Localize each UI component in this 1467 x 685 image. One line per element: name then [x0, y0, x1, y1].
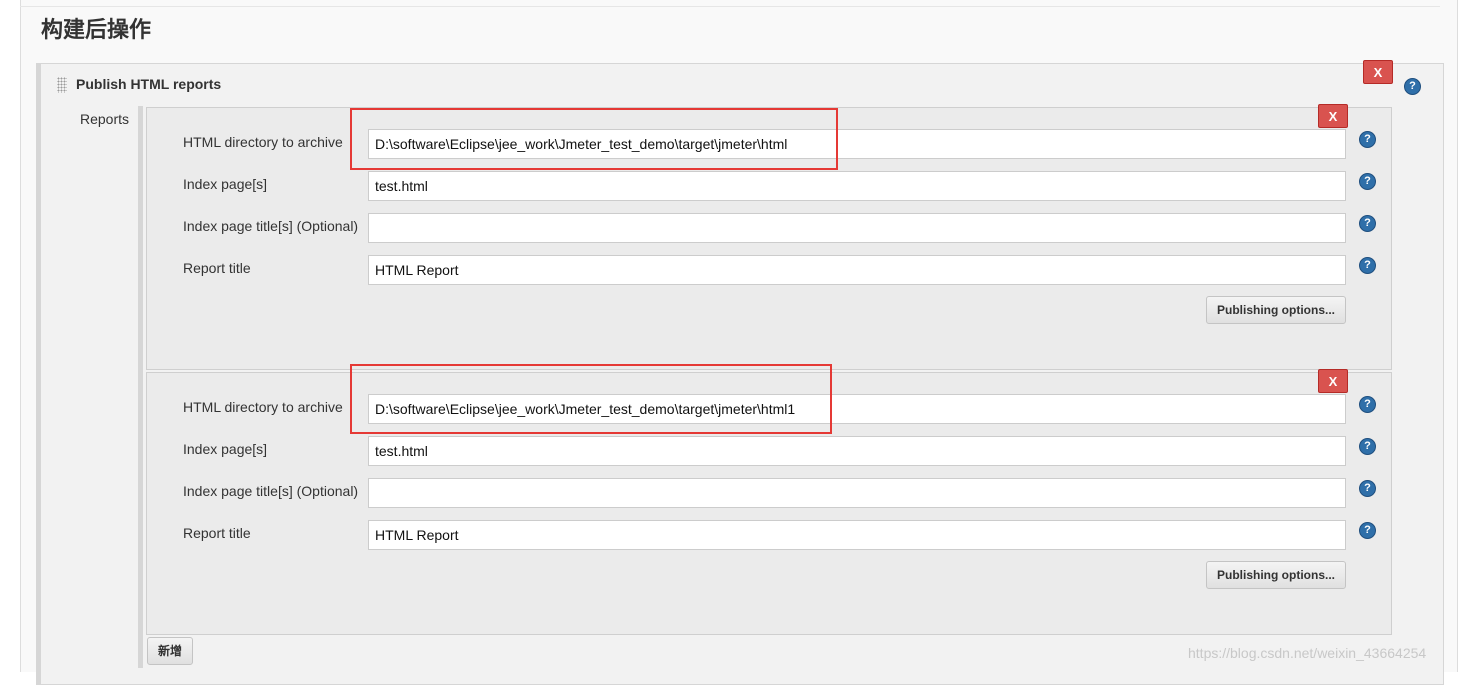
- delete-report-button[interactable]: X: [1318, 104, 1348, 128]
- report-title-input[interactable]: [368, 520, 1346, 550]
- field-label: Report title: [183, 525, 251, 541]
- reports-rail: [138, 106, 143, 668]
- step-title: Publish HTML reports: [76, 76, 222, 92]
- report-title-input[interactable]: [368, 255, 1346, 285]
- drag-handle-icon[interactable]: [57, 77, 67, 93]
- help-icon[interactable]: ?: [1359, 522, 1376, 539]
- delete-step-button[interactable]: X: [1363, 60, 1393, 84]
- field-label: Index page[s]: [183, 441, 268, 457]
- help-icon[interactable]: ?: [1404, 78, 1421, 95]
- html-directory-input[interactable]: [368, 394, 1346, 424]
- section-title: 构建后操作: [41, 18, 152, 43]
- help-icon[interactable]: ?: [1359, 480, 1376, 497]
- publishing-options-button[interactable]: Publishing options...: [1206, 561, 1346, 589]
- help-icon[interactable]: ?: [1359, 257, 1376, 274]
- help-icon[interactable]: ?: [1359, 173, 1376, 190]
- index-page-titles-input[interactable]: [368, 478, 1346, 508]
- divider: [20, 6, 1440, 7]
- field-label: Index page title[s] (Optional): [183, 483, 359, 499]
- field-label: HTML directory to archive: [183, 134, 343, 150]
- field-label: HTML directory to archive: [183, 399, 343, 415]
- add-report-button[interactable]: 新增: [147, 637, 193, 665]
- help-icon[interactable]: ?: [1359, 215, 1376, 232]
- index-pages-input[interactable]: [368, 171, 1346, 201]
- reports-label: Reports: [80, 111, 130, 127]
- field-label: Report title: [183, 260, 251, 276]
- index-page-titles-input[interactable]: [368, 213, 1346, 243]
- help-icon[interactable]: ?: [1359, 396, 1376, 413]
- index-pages-input[interactable]: [368, 436, 1346, 466]
- watermark: https://blog.csdn.net/weixin_43664254: [1188, 645, 1427, 661]
- help-icon[interactable]: ?: [1359, 438, 1376, 455]
- help-icon[interactable]: ?: [1359, 131, 1376, 148]
- html-directory-input[interactable]: [368, 129, 1346, 159]
- field-label: Index page[s]: [183, 176, 268, 192]
- delete-report-button[interactable]: X: [1318, 369, 1348, 393]
- publishing-options-button[interactable]: Publishing options...: [1206, 296, 1346, 324]
- field-label: Index page title[s] (Optional): [183, 218, 359, 234]
